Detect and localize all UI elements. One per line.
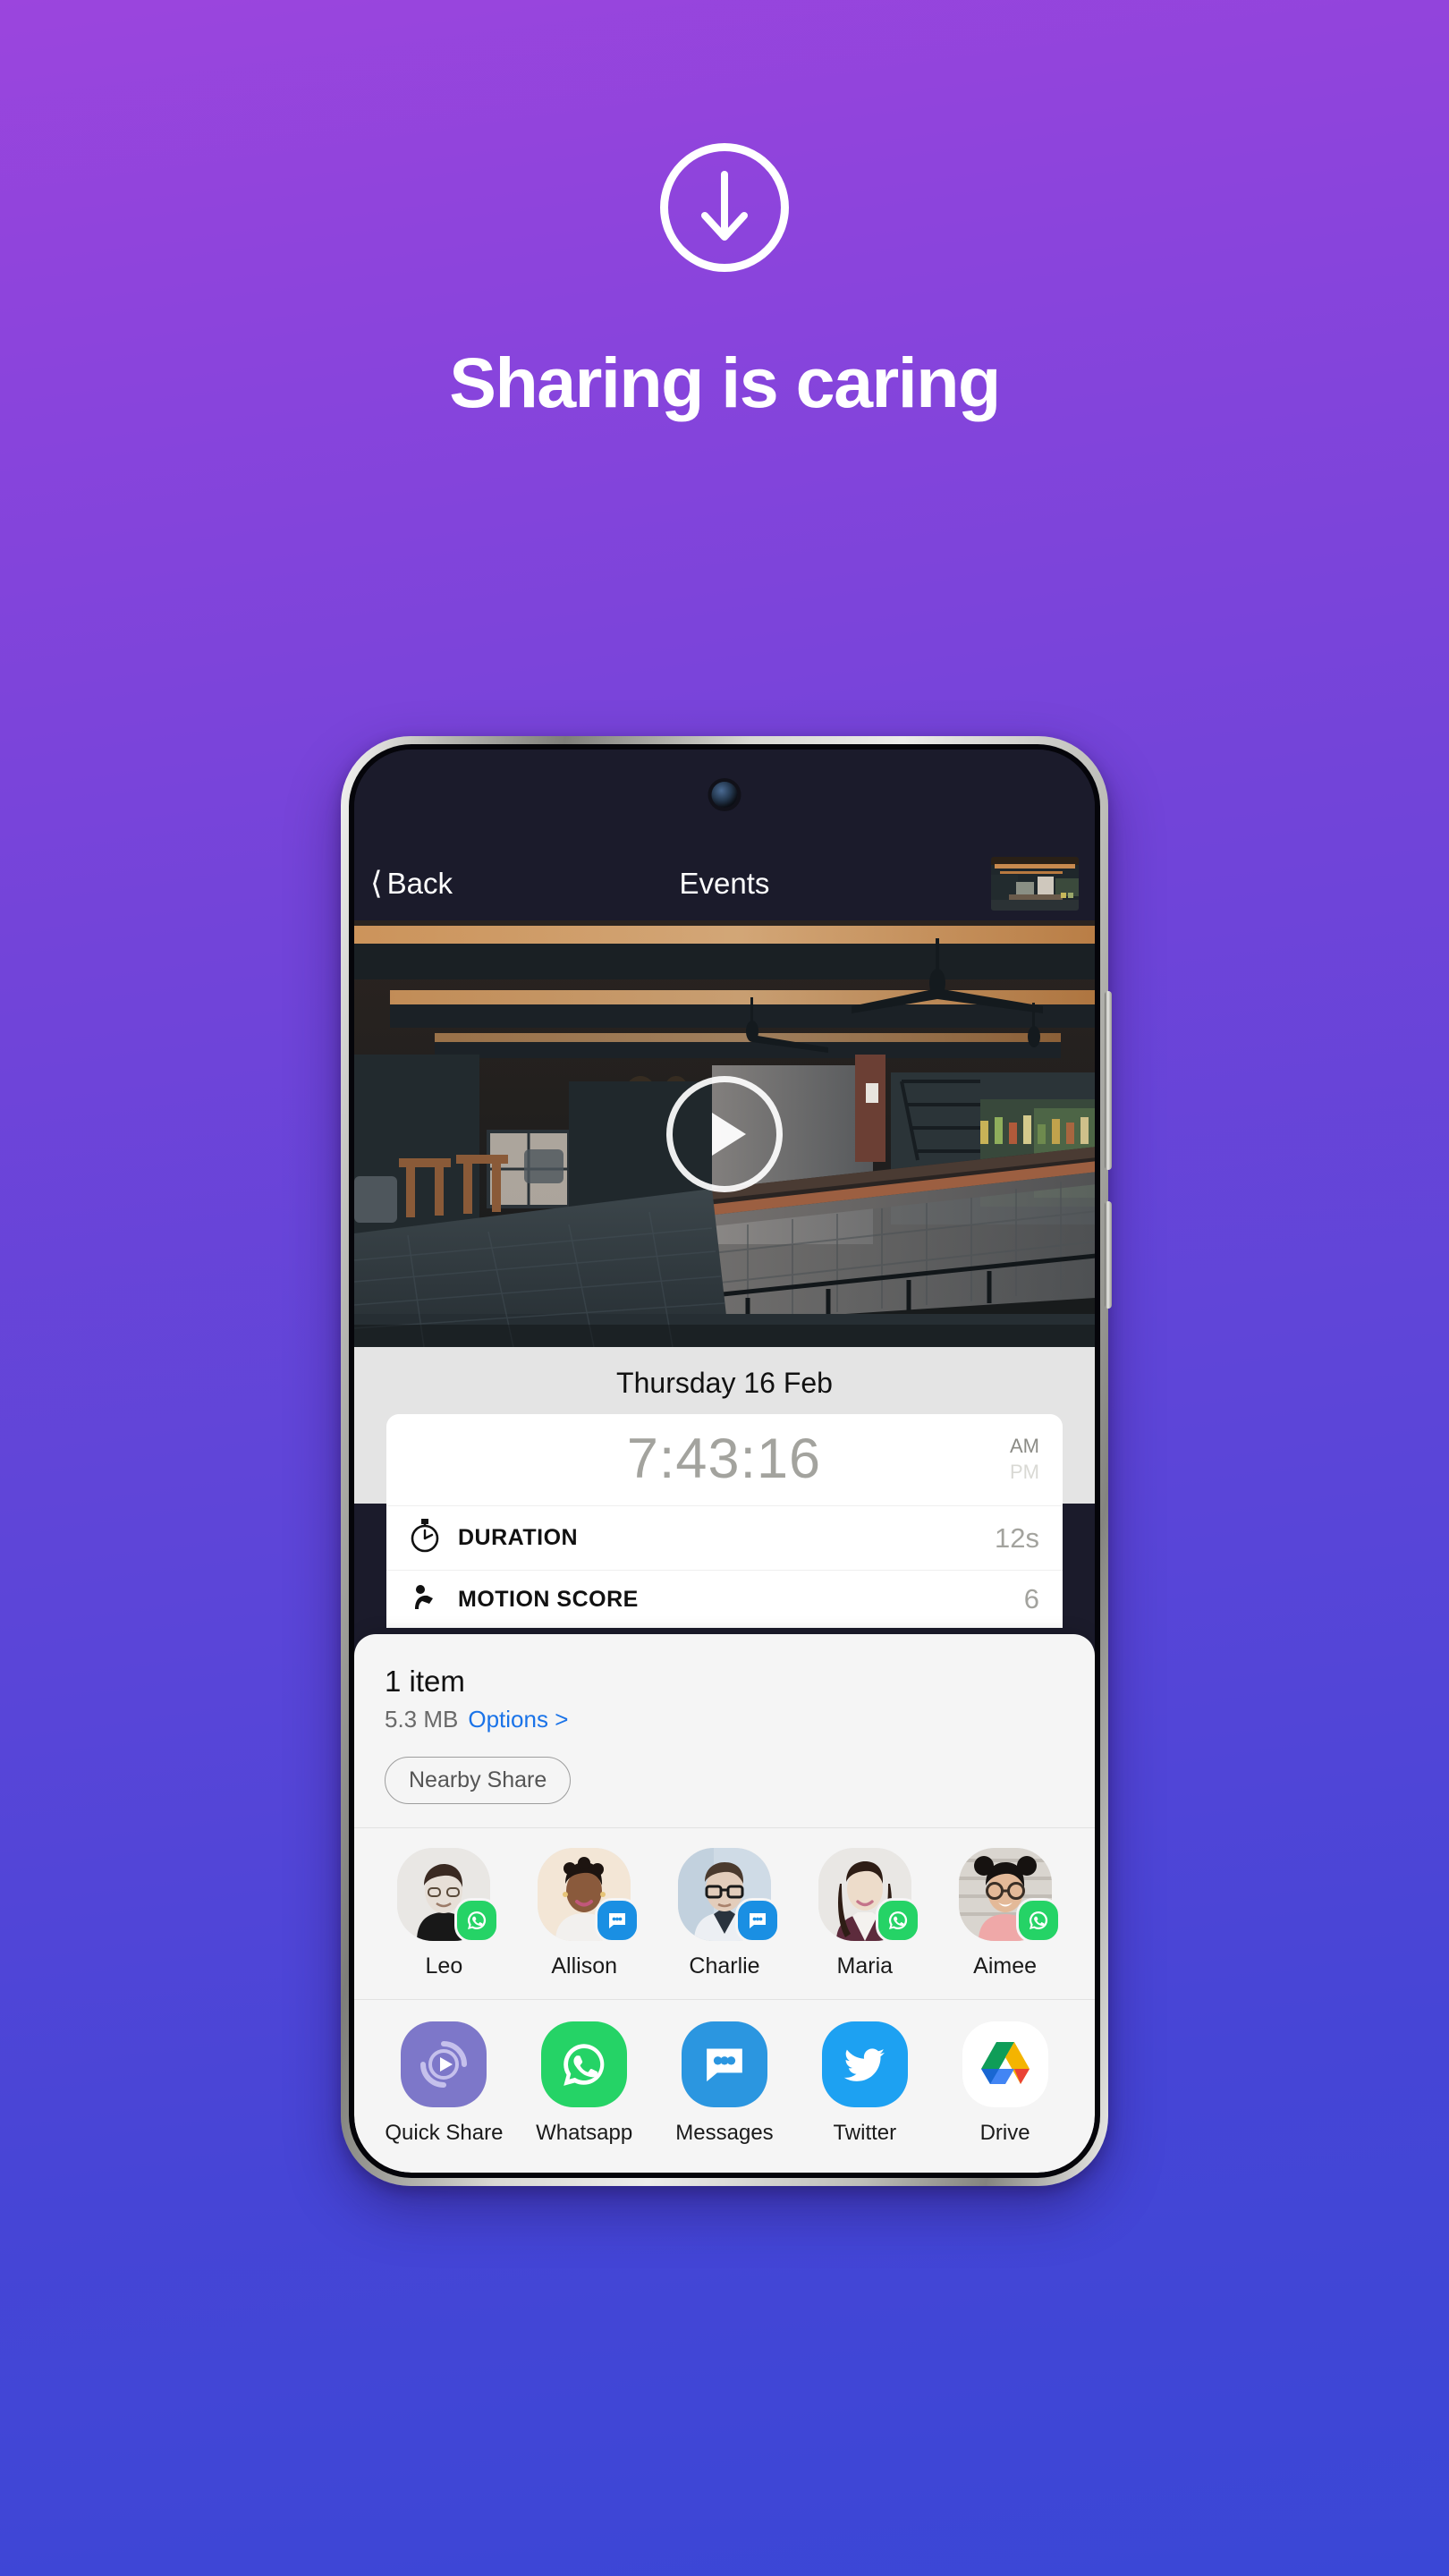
twitter-icon xyxy=(821,2021,908,2107)
contact-tile-aimee[interactable]: Aimee xyxy=(935,1848,1075,1979)
pm-label[interactable]: PM xyxy=(1010,1461,1039,1484)
motion-score-label: MOTION SCORE xyxy=(458,1586,639,1612)
motion-score-row[interactable]: MOTION SCORE 6 xyxy=(386,1570,1063,1628)
play-triangle-icon xyxy=(712,1112,746,1156)
messages-icon xyxy=(734,1898,780,1943)
download-arrow-circle-icon xyxy=(660,143,789,272)
nearby-share-button[interactable]: Nearby Share xyxy=(385,1757,572,1804)
page-title: Events xyxy=(679,866,770,900)
contact-tile-allison[interactable]: Allison xyxy=(514,1848,655,1979)
google-drive-icon xyxy=(962,2021,1048,2107)
stopwatch-icon xyxy=(410,1519,440,1557)
share-apps-row: Quick Share Whatsapp Messages Twitter Dr… xyxy=(354,2000,1095,2173)
contact-name: Leo xyxy=(425,1953,463,1979)
app-name: Quick Share xyxy=(385,2121,504,2145)
event-time: 7:43:16 xyxy=(626,1428,822,1490)
duration-row[interactable]: DURATION 12s xyxy=(386,1505,1063,1570)
phone-device-frame: ⟨ Back Events Thursday 16 Feb 7:43:16 AM… xyxy=(341,736,1112,2186)
event-video-preview[interactable] xyxy=(354,920,1095,1347)
contact-name: Maria xyxy=(836,1953,894,1979)
whatsapp-icon xyxy=(1015,1898,1061,1943)
messages-icon xyxy=(595,1898,640,1943)
am-label[interactable]: AM xyxy=(1010,1435,1039,1458)
event-thumbnail[interactable] xyxy=(991,856,1079,911)
duration-label: DURATION xyxy=(458,1525,579,1550)
quick-share-icon xyxy=(401,2021,487,2107)
back-button-label: Back xyxy=(386,866,453,900)
whatsapp-icon xyxy=(454,1898,500,1943)
app-tile-twitter[interactable]: Twitter xyxy=(794,2021,935,2146)
app-tile-whatsapp[interactable]: Whatsapp xyxy=(514,2021,655,2146)
play-button[interactable] xyxy=(666,1075,783,1192)
contact-tile-charlie[interactable]: Charlie xyxy=(655,1848,795,1979)
promo-header: Sharing is caring xyxy=(0,0,1449,424)
app-tile-quick-share[interactable]: Quick Share xyxy=(374,2021,514,2146)
contact-name: Charlie xyxy=(689,1953,760,1979)
chevron-left-icon: ⟨ xyxy=(370,866,383,901)
share-item-count: 1 item xyxy=(385,1665,465,1698)
app-name: Messages xyxy=(675,2121,774,2145)
app-nav-bar: ⟨ Back Events xyxy=(354,846,1095,920)
share-options-link[interactable]: Options > xyxy=(468,1706,568,1733)
contact-tile-leo[interactable]: Leo xyxy=(374,1848,514,1979)
promo-title: Sharing is caring xyxy=(449,343,1001,422)
back-button[interactable]: ⟨ Back xyxy=(370,867,453,901)
meridiem-toggle[interactable]: AM PM xyxy=(1010,1435,1039,1484)
volume-button[interactable] xyxy=(1105,1201,1112,1309)
event-time-row: 7:43:16 AM PM xyxy=(386,1414,1063,1505)
front-camera-icon xyxy=(711,782,738,808)
motion-score-value: 6 xyxy=(1023,1583,1039,1614)
app-name: Twitter xyxy=(833,2121,897,2145)
phone-screen: ⟨ Back Events Thursday 16 Feb 7:43:16 AM… xyxy=(354,750,1095,2173)
event-detail-card: 7:43:16 AM PM DURATION 12s MOTION SCORE … xyxy=(386,1414,1063,1628)
app-tile-drive[interactable]: Drive xyxy=(935,2021,1075,2146)
share-sheet-header: 1 item 5.3 MB Options > Nearby Share xyxy=(354,1634,1095,1827)
app-tile-messages[interactable]: Messages xyxy=(655,2021,795,2146)
duration-value: 12s xyxy=(995,1521,1039,1554)
event-date: Thursday 16 Feb xyxy=(616,1367,833,1399)
power-button[interactable] xyxy=(1105,991,1112,1170)
whatsapp-icon xyxy=(875,1898,920,1943)
share-item-size: 5.3 MB xyxy=(385,1706,459,1733)
status-bar xyxy=(354,750,1095,846)
event-detail-panel: Thursday 16 Feb 7:43:16 AM PM DURATION 1… xyxy=(354,1347,1095,1628)
motion-icon xyxy=(410,1584,440,1615)
app-name: Whatsapp xyxy=(536,2121,633,2145)
share-contacts-row: Leo Allison Charlie Maria Aimee xyxy=(354,1828,1095,1999)
contact-tile-maria[interactable]: Maria xyxy=(794,1848,935,1979)
messages-icon xyxy=(681,2021,767,2107)
share-sheet: 1 item 5.3 MB Options > Nearby Share Leo… xyxy=(354,1634,1095,2173)
whatsapp-icon xyxy=(541,2021,628,2107)
contact-name: Aimee xyxy=(973,1953,1038,1979)
app-name: Drive xyxy=(979,2121,1030,2145)
contact-name: Allison xyxy=(551,1953,618,1979)
